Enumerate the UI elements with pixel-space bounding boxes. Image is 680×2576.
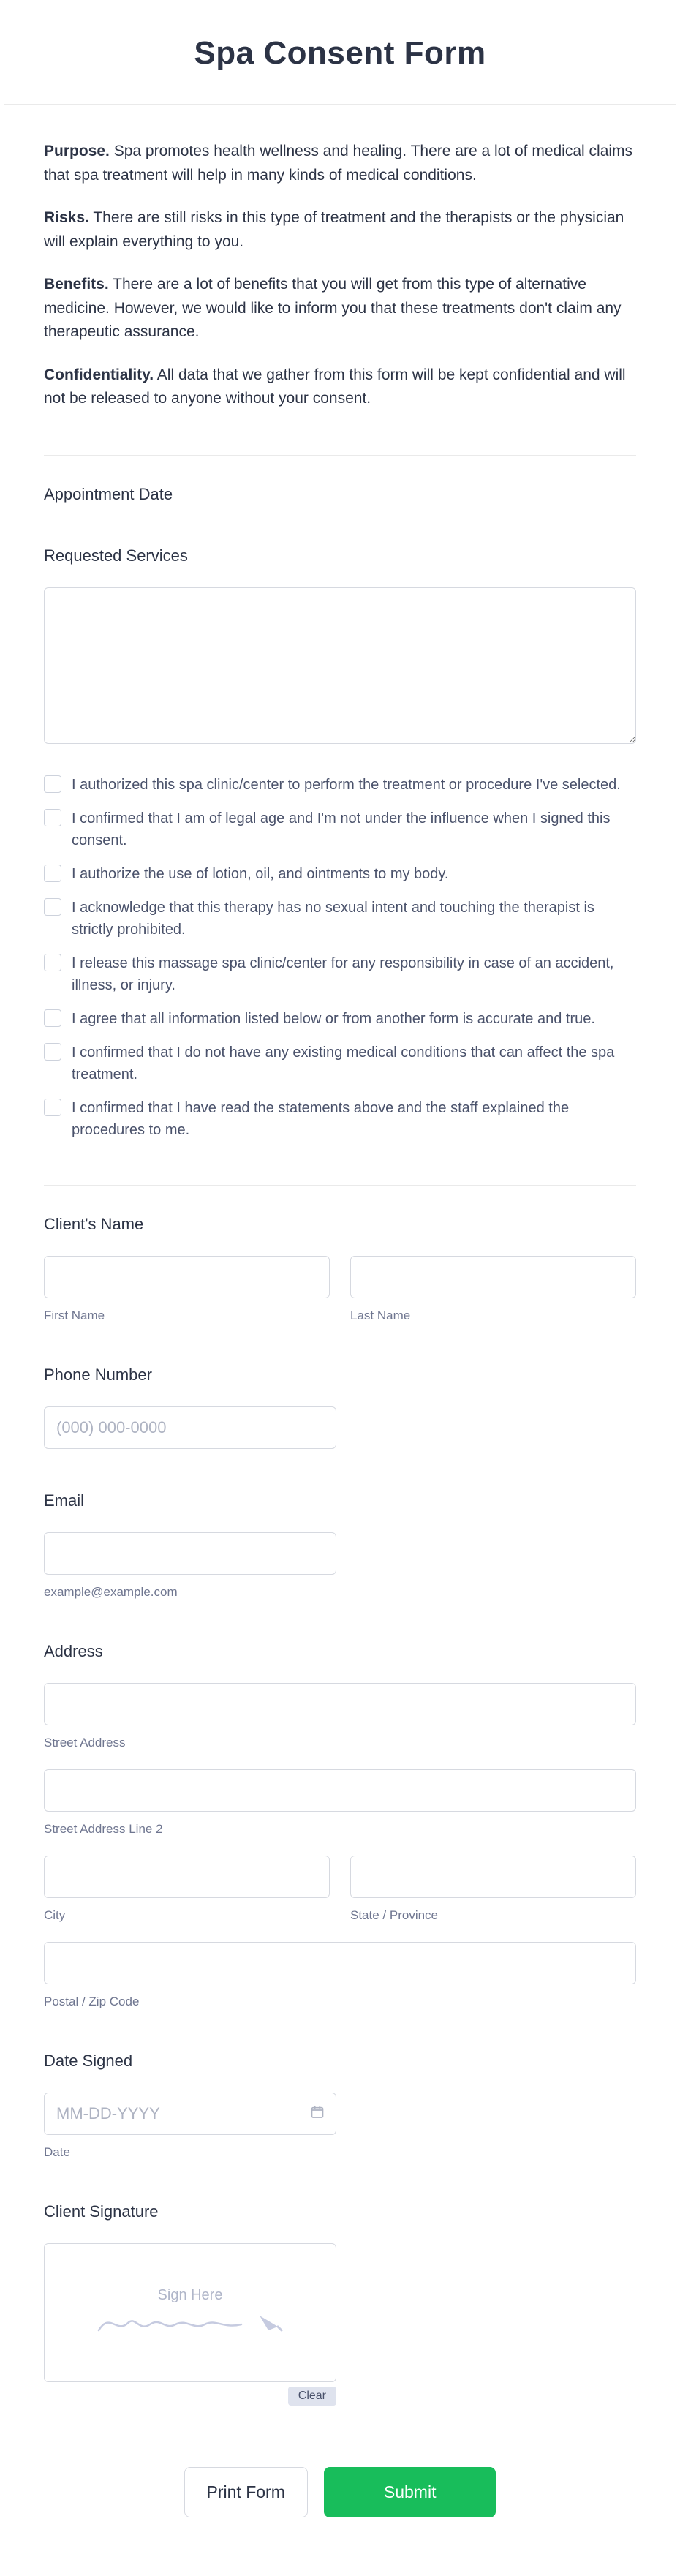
state-sublabel: State / Province <box>350 1908 636 1923</box>
consent-checkbox-4[interactable] <box>44 954 61 971</box>
phone-label: Phone Number <box>44 1366 636 1385</box>
appointment-date-label: Appointment Date <box>44 485 636 504</box>
section-divider-1 <box>44 455 636 456</box>
consent-item-5: I agree that all information listed belo… <box>44 1008 636 1030</box>
print-form-button[interactable]: Print Form <box>184 2467 308 2517</box>
first-name-sublabel: First Name <box>44 1308 330 1323</box>
consent-checkbox-0[interactable] <box>44 775 61 793</box>
consent-text-1: I confirmed that I am of legal age and I… <box>72 807 636 851</box>
intro-purpose: Purpose. Spa promotes health wellness an… <box>44 140 636 187</box>
street-address-sublabel: Street Address <box>44 1736 636 1750</box>
consent-checkbox-5[interactable] <box>44 1009 61 1027</box>
section-divider-2 <box>44 1185 636 1186</box>
purpose-label: Purpose. <box>44 143 110 159</box>
intro-benefits: Benefits. There are a lot of benefits th… <box>44 273 636 344</box>
purpose-text: Spa promotes health wellness and healing… <box>44 143 632 184</box>
consent-item-3: I acknowledge that this therapy has no s… <box>44 897 636 941</box>
street-address-2-input[interactable] <box>44 1769 636 1812</box>
sign-here-text: Sign Here <box>95 2287 285 2304</box>
consent-checkbox-6[interactable] <box>44 1043 61 1061</box>
consent-item-0: I authorized this spa clinic/center to p… <box>44 774 636 796</box>
consent-item-6: I confirmed that I do not have any exist… <box>44 1042 636 1085</box>
street-address-input[interactable] <box>44 1683 636 1725</box>
city-input[interactable] <box>44 1856 330 1898</box>
consent-text-3: I acknowledge that this therapy has no s… <box>72 897 636 941</box>
consent-text-7: I confirmed that I have read the stateme… <box>72 1097 636 1141</box>
last-name-sublabel: Last Name <box>350 1308 636 1323</box>
requested-services-label: Requested Services <box>44 546 636 565</box>
first-name-input[interactable] <box>44 1256 330 1298</box>
consent-checkbox-1[interactable] <box>44 809 61 826</box>
consent-checkbox-2[interactable] <box>44 865 61 882</box>
clients-name-label: Client's Name <box>44 1215 636 1234</box>
risks-label: Risks. <box>44 209 89 226</box>
postal-input[interactable] <box>44 1942 636 1984</box>
last-name-input[interactable] <box>350 1256 636 1298</box>
risks-text: There are still risks in this type of tr… <box>44 209 624 250</box>
consent-item-1: I confirmed that I am of legal age and I… <box>44 807 636 851</box>
date-signed-label: Date Signed <box>44 2052 636 2071</box>
date-hint: Date <box>44 2145 636 2160</box>
email-label: Email <box>44 1491 636 1510</box>
intro-risks: Risks. There are still risks in this typ… <box>44 206 636 254</box>
page-title: Spa Consent Form <box>15 35 665 72</box>
consent-text-2: I authorize the use of lotion, oil, and … <box>72 863 448 885</box>
consent-item-4: I release this massage spa clinic/center… <box>44 952 636 996</box>
client-signature-label: Client Signature <box>44 2202 636 2221</box>
consent-list: I authorized this spa clinic/center to p… <box>44 774 636 1141</box>
intro-confidentiality: Confidentiality. All data that we gather… <box>44 364 636 411</box>
consent-text-5: I agree that all information listed belo… <box>72 1008 595 1030</box>
consent-text-4: I release this massage spa clinic/center… <box>72 952 636 996</box>
street-address-2-sublabel: Street Address Line 2 <box>44 1822 636 1837</box>
consent-item-7: I confirmed that I have read the stateme… <box>44 1097 636 1141</box>
email-hint: example@example.com <box>44 1585 636 1600</box>
consent-text-6: I confirmed that I do not have any exist… <box>72 1042 636 1085</box>
benefits-text: There are a lot of benefits that you wil… <box>44 276 622 340</box>
consent-checkbox-7[interactable] <box>44 1099 61 1116</box>
signature-scribble-icon <box>95 2308 285 2338</box>
address-label: Address <box>44 1642 636 1661</box>
email-input[interactable] <box>44 1532 336 1575</box>
clear-signature-button[interactable]: Clear <box>288 2387 336 2406</box>
signature-pad[interactable]: Sign Here <box>44 2243 336 2382</box>
phone-input[interactable] <box>44 1406 336 1449</box>
requested-services-input[interactable] <box>44 587 636 744</box>
benefits-label: Benefits. <box>44 276 109 293</box>
city-sublabel: City <box>44 1908 330 1923</box>
conf-label: Confidentiality. <box>44 366 154 383</box>
consent-text-0: I authorized this spa clinic/center to p… <box>72 774 621 796</box>
consent-checkbox-3[interactable] <box>44 898 61 916</box>
submit-button[interactable]: Submit <box>324 2467 496 2517</box>
consent-item-2: I authorize the use of lotion, oil, and … <box>44 863 636 885</box>
date-signed-input[interactable] <box>44 2093 336 2135</box>
postal-sublabel: Postal / Zip Code <box>44 1995 636 2009</box>
state-input[interactable] <box>350 1856 636 1898</box>
